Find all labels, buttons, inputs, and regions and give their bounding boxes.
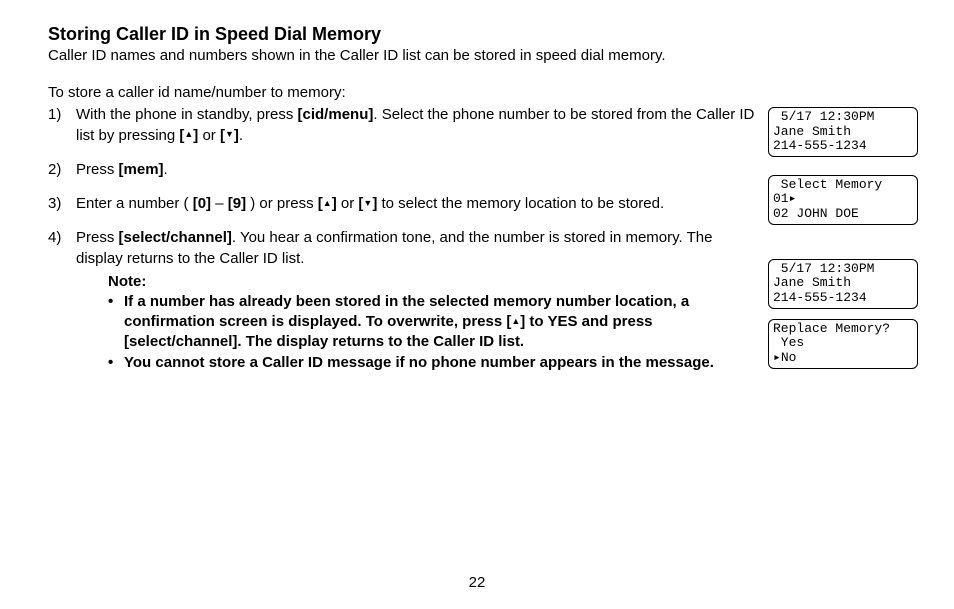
text: . (239, 127, 243, 144)
key-select-channel: [select/channel] (119, 229, 232, 246)
up-triangle-icon: ▲ (184, 128, 193, 140)
lcd-column: 5/17 12:30PM Jane Smith 214-555-1234 Sel… (768, 105, 918, 387)
down-triangle-icon: ▼ (363, 197, 372, 209)
key-cid-menu: [cid/menu] (298, 106, 374, 123)
lcd-line: Yes (773, 335, 804, 350)
text: – (211, 195, 228, 212)
lcd-line: Jane Smith (773, 124, 851, 139)
steps-column: 1) With the phone in standby, press [cid… (48, 105, 758, 373)
text: or (337, 195, 359, 212)
key-down: [▼] (358, 195, 377, 212)
lcd-screen-3: 5/17 12:30PM Jane Smith 214-555-1234 (768, 259, 918, 309)
key-up: [▲] (318, 195, 337, 212)
step-4: 4) Press [select/channel]. You hear a co… (48, 228, 758, 269)
lcd-screen-4: Replace Memory? Yes ▸No (768, 319, 918, 369)
steps-list: 1) With the phone in standby, press [cid… (48, 105, 758, 269)
down-triangle-icon: ▼ (225, 128, 234, 140)
lcd-line: Select Memory (773, 177, 882, 192)
key-nine: [9] (228, 195, 246, 212)
lcd-line: 02 JOHN DOE (773, 206, 859, 221)
lcd-line: Replace Memory? (773, 321, 890, 336)
note-text: If a number has already been stored in t… (124, 292, 758, 353)
manual-page: Storing Caller ID in Speed Dial Memory C… (0, 0, 954, 609)
page-number: 22 (0, 574, 954, 591)
step-body: Press [mem]. (76, 160, 758, 180)
text: or (198, 127, 220, 144)
bullet-icon (108, 353, 124, 373)
text: Press (76, 161, 119, 178)
lcd-line: Jane Smith (773, 275, 851, 290)
key-mem: [mem] (119, 161, 164, 178)
intro-text: Caller ID names and numbers shown in the… (48, 46, 914, 66)
step-2: 2) Press [mem]. (48, 160, 758, 180)
text: Press (76, 229, 119, 246)
step-number: 4) (48, 228, 76, 269)
lcd-line: 5/17 12:30PM (773, 109, 874, 124)
step-3: 3) Enter a number ( [0] – [9] ) or press… (48, 194, 758, 214)
lcd-screen-2: Select Memory 01▸ 02 JOHN DOE (768, 175, 918, 225)
content-row: 1) With the phone in standby, press [cid… (48, 105, 914, 387)
step-body: With the phone in standby, press [cid/me… (76, 105, 758, 146)
text: ) or press (246, 195, 318, 212)
key-down: [▼] (220, 127, 239, 144)
note-list: If a number has already been stored in t… (108, 292, 758, 373)
lcd-line: 01▸ (773, 191, 796, 206)
step-number: 3) (48, 194, 76, 214)
step-number: 2) (48, 160, 76, 180)
lcd-line: 214-555-1234 (773, 138, 867, 153)
up-triangle-icon: ▲ (511, 315, 520, 327)
note-item-1: If a number has already been stored in t… (108, 292, 758, 353)
page-title: Storing Caller ID in Speed Dial Memory (48, 24, 914, 45)
key-up: [▲] (179, 127, 198, 144)
lcd-screen-1: 5/17 12:30PM Jane Smith 214-555-1234 (768, 107, 918, 157)
text: . (164, 161, 168, 178)
up-triangle-icon: ▲ (323, 197, 332, 209)
key-zero: [0] (193, 195, 211, 212)
step-number: 1) (48, 105, 76, 146)
lcd-line: 214-555-1234 (773, 290, 867, 305)
note-text: You cannot store a Caller ID message if … (124, 353, 758, 373)
step-1: 1) With the phone in standby, press [cid… (48, 105, 758, 146)
lead-text: To store a caller id name/number to memo… (48, 84, 914, 101)
note-item-2: You cannot store a Caller ID message if … (108, 353, 758, 373)
step-body: Press [select/channel]. You hear a confi… (76, 228, 758, 269)
lcd-line: 5/17 12:30PM (773, 261, 874, 276)
text: to select the memory location to be stor… (377, 195, 664, 212)
step-body: Enter a number ( [0] – [9] ) or press [▲… (76, 194, 758, 214)
text: Enter a number ( (76, 195, 193, 212)
lcd-line: ▸No (773, 350, 796, 365)
bullet-icon (108, 292, 124, 353)
text: With the phone in standby, press (76, 106, 298, 123)
note-block: Note: If a number has already been store… (108, 273, 758, 373)
note-heading: Note: (108, 273, 758, 290)
